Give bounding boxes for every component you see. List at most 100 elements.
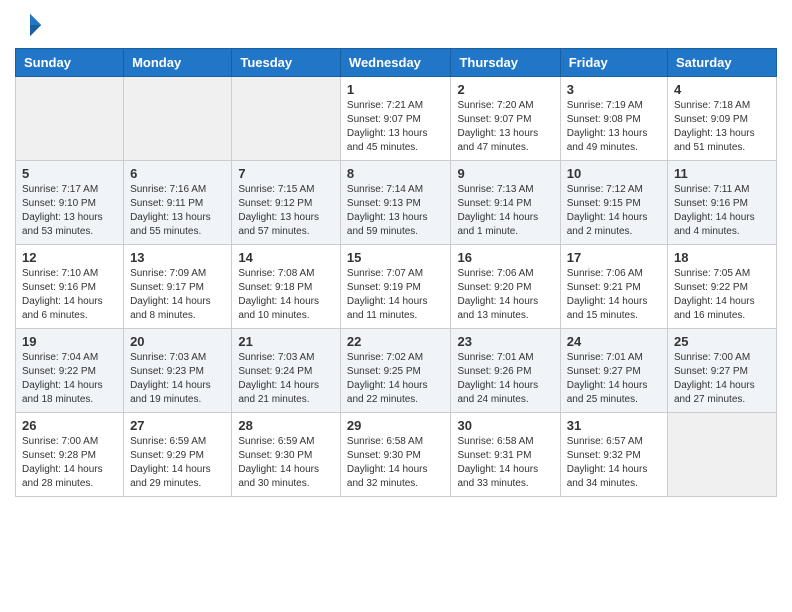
- cell-info: Sunrise: 7:09 AMSunset: 9:17 PMDaylight:…: [130, 268, 211, 321]
- cell-info: Sunrise: 6:57 AMSunset: 9:32 PMDaylight:…: [567, 436, 648, 489]
- day-number: 19: [22, 334, 117, 349]
- day-number: 24: [567, 334, 661, 349]
- calendar-cell: 31 Sunrise: 6:57 AMSunset: 9:32 PMDayligh…: [560, 413, 667, 497]
- calendar-cell: 29 Sunrise: 6:58 AMSunset: 9:30 PMDayligh…: [340, 413, 451, 497]
- cell-info: Sunrise: 6:58 AMSunset: 9:31 PMDaylight:…: [457, 436, 538, 489]
- calendar-cell: 14Sunrise: 7:08 AMSunset: 9:18 PMDayligh…: [232, 245, 341, 329]
- calendar-cell: 7 Sunrise: 7:15 AMSunset: 9:12 PMDaylight…: [232, 161, 341, 245]
- cell-info: Sunrise: 7:10 AMSunset: 9:16 PMDaylight:…: [22, 268, 103, 321]
- day-number: 31: [567, 418, 661, 433]
- cell-info: Sunrise: 7:06 AMSunset: 9:21 PMDaylight:…: [567, 268, 648, 321]
- cell-info: Sunrise: 7:00 AMSunset: 9:27 PMDaylight:…: [674, 352, 755, 405]
- calendar-cell: 1 Sunrise: 7:21 AMSunset: 9:07 PMDaylight…: [340, 77, 451, 161]
- day-number: 25: [674, 334, 770, 349]
- calendar-cell: 11 Sunrise: 7:11 AMSunset: 9:16 PMDayligh…: [668, 161, 777, 245]
- calendar-cell: 21 Sunrise: 7:03 AMSunset: 9:24 PMDayligh…: [232, 329, 341, 413]
- day-number: 28: [238, 418, 334, 433]
- calendar-cell: 28 Sunrise: 6:59 AMSunset: 9:30 PMDayligh…: [232, 413, 341, 497]
- day-number: 26: [22, 418, 117, 433]
- calendar-cell: 9Sunrise: 7:13 AMSunset: 9:14 PMDaylight…: [451, 161, 560, 245]
- calendar-cell: 16Sunrise: 7:06 AMSunset: 9:20 PMDayligh…: [451, 245, 560, 329]
- calendar-cell: 20 Sunrise: 7:03 AMSunset: 9:23 PMDayligh…: [124, 329, 232, 413]
- calendar-cell: [16, 77, 124, 161]
- day-number: 11: [674, 166, 770, 181]
- cell-info: Sunrise: 6:59 AMSunset: 9:30 PMDaylight:…: [238, 436, 319, 489]
- calendar-header-friday: Friday: [560, 49, 667, 77]
- cell-info: Sunrise: 6:59 AMSunset: 9:29 PMDaylight:…: [130, 436, 211, 489]
- cell-info: Sunrise: 7:21 AMSunset: 9:07 PMDaylight:…: [347, 100, 428, 153]
- day-number: 21: [238, 334, 334, 349]
- calendar-cell: 4 Sunrise: 7:18 AMSunset: 9:09 PMDaylight…: [668, 77, 777, 161]
- calendar-cell: 6Sunrise: 7:16 AMSunset: 9:11 PMDaylight…: [124, 161, 232, 245]
- day-number: 22: [347, 334, 445, 349]
- calendar-cell: 19 Sunrise: 7:04 AMSunset: 9:22 PMDayligh…: [16, 329, 124, 413]
- cell-info: Sunrise: 7:18 AMSunset: 9:09 PMDaylight:…: [674, 100, 755, 153]
- cell-info: Sunrise: 7:01 AMSunset: 9:27 PMDaylight:…: [567, 352, 648, 405]
- cell-info: Sunrise: 7:00 AMSunset: 9:28 PMDaylight:…: [22, 436, 103, 489]
- day-number: 12: [22, 250, 117, 265]
- day-number: 29: [347, 418, 445, 433]
- cell-info: Sunrise: 7:06 AMSunset: 9:20 PMDaylight:…: [457, 268, 538, 321]
- calendar-cell: 13 Sunrise: 7:09 AMSunset: 9:17 PMDayligh…: [124, 245, 232, 329]
- calendar-cell: 26 Sunrise: 7:00 AMSunset: 9:28 PMDayligh…: [16, 413, 124, 497]
- calendar-table: SundayMondayTuesdayWednesdayThursdayFrid…: [15, 48, 777, 497]
- cell-info: Sunrise: 7:17 AMSunset: 9:10 PMDaylight:…: [22, 184, 103, 237]
- calendar-cell: 2Sunrise: 7:20 AMSunset: 9:07 PMDaylight…: [451, 77, 560, 161]
- calendar-week-3: 12 Sunrise: 7:10 AMSunset: 9:16 PMDayligh…: [16, 245, 777, 329]
- calendar-cell: 17 Sunrise: 7:06 AMSunset: 9:21 PMDayligh…: [560, 245, 667, 329]
- calendar-cell: [232, 77, 341, 161]
- calendar-cell: [668, 413, 777, 497]
- calendar-header-wednesday: Wednesday: [340, 49, 451, 77]
- calendar-cell: 18 Sunrise: 7:05 AMSunset: 9:22 PMDayligh…: [668, 245, 777, 329]
- cell-info: Sunrise: 7:08 AMSunset: 9:18 PMDaylight:…: [238, 268, 319, 321]
- calendar-week-5: 26 Sunrise: 7:00 AMSunset: 9:28 PMDayligh…: [16, 413, 777, 497]
- day-number: 1: [347, 82, 445, 97]
- cell-info: Sunrise: 7:11 AMSunset: 9:16 PMDaylight:…: [674, 184, 755, 237]
- logo-icon: [15, 10, 45, 40]
- logo: [15, 10, 49, 40]
- calendar-cell: 22Sunrise: 7:02 AMSunset: 9:25 PMDayligh…: [340, 329, 451, 413]
- day-number: 3: [567, 82, 661, 97]
- calendar-cell: 30 Sunrise: 6:58 AMSunset: 9:31 PMDayligh…: [451, 413, 560, 497]
- calendar-cell: 3Sunrise: 7:19 AMSunset: 9:08 PMDaylight…: [560, 77, 667, 161]
- day-number: 27: [130, 418, 225, 433]
- day-number: 7: [238, 166, 334, 181]
- calendar-week-4: 19 Sunrise: 7:04 AMSunset: 9:22 PMDayligh…: [16, 329, 777, 413]
- cell-info: Sunrise: 7:04 AMSunset: 9:22 PMDaylight:…: [22, 352, 103, 405]
- day-number: 4: [674, 82, 770, 97]
- calendar-header-thursday: Thursday: [451, 49, 560, 77]
- cell-info: Sunrise: 6:58 AMSunset: 9:30 PMDaylight:…: [347, 436, 428, 489]
- calendar-cell: 25 Sunrise: 7:00 AMSunset: 9:27 PMDayligh…: [668, 329, 777, 413]
- cell-info: Sunrise: 7:15 AMSunset: 9:12 PMDaylight:…: [238, 184, 319, 237]
- calendar-cell: [124, 77, 232, 161]
- day-number: 8: [347, 166, 445, 181]
- calendar-cell: 8 Sunrise: 7:14 AMSunset: 9:13 PMDaylight…: [340, 161, 451, 245]
- day-number: 5: [22, 166, 117, 181]
- calendar-header-row: SundayMondayTuesdayWednesdayThursdayFrid…: [16, 49, 777, 77]
- day-number: 15: [347, 250, 445, 265]
- calendar-header-monday: Monday: [124, 49, 232, 77]
- calendar-header-tuesday: Tuesday: [232, 49, 341, 77]
- calendar-cell: 27 Sunrise: 6:59 AMSunset: 9:29 PMDayligh…: [124, 413, 232, 497]
- cell-info: Sunrise: 7:05 AMSunset: 9:22 PMDaylight:…: [674, 268, 755, 321]
- day-number: 2: [457, 82, 553, 97]
- cell-info: Sunrise: 7:13 AMSunset: 9:14 PMDaylight:…: [457, 184, 538, 237]
- header: [15, 10, 777, 40]
- day-number: 30: [457, 418, 553, 433]
- day-number: 20: [130, 334, 225, 349]
- cell-info: Sunrise: 7:14 AMSunset: 9:13 PMDaylight:…: [347, 184, 428, 237]
- cell-info: Sunrise: 7:03 AMSunset: 9:24 PMDaylight:…: [238, 352, 319, 405]
- cell-info: Sunrise: 7:01 AMSunset: 9:26 PMDaylight:…: [457, 352, 538, 405]
- page: SundayMondayTuesdayWednesdayThursdayFrid…: [0, 0, 792, 512]
- calendar-header-saturday: Saturday: [668, 49, 777, 77]
- calendar-cell: 24 Sunrise: 7:01 AMSunset: 9:27 PMDayligh…: [560, 329, 667, 413]
- calendar-cell: 10Sunrise: 7:12 AMSunset: 9:15 PMDayligh…: [560, 161, 667, 245]
- cell-info: Sunrise: 7:03 AMSunset: 9:23 PMDaylight:…: [130, 352, 211, 405]
- day-number: 10: [567, 166, 661, 181]
- day-number: 17: [567, 250, 661, 265]
- calendar-cell: 15Sunrise: 7:07 AMSunset: 9:19 PMDayligh…: [340, 245, 451, 329]
- day-number: 18: [674, 250, 770, 265]
- calendar-week-1: 1 Sunrise: 7:21 AMSunset: 9:07 PMDaylight…: [16, 77, 777, 161]
- calendar-week-2: 5 Sunrise: 7:17 AMSunset: 9:10 PMDaylight…: [16, 161, 777, 245]
- day-number: 13: [130, 250, 225, 265]
